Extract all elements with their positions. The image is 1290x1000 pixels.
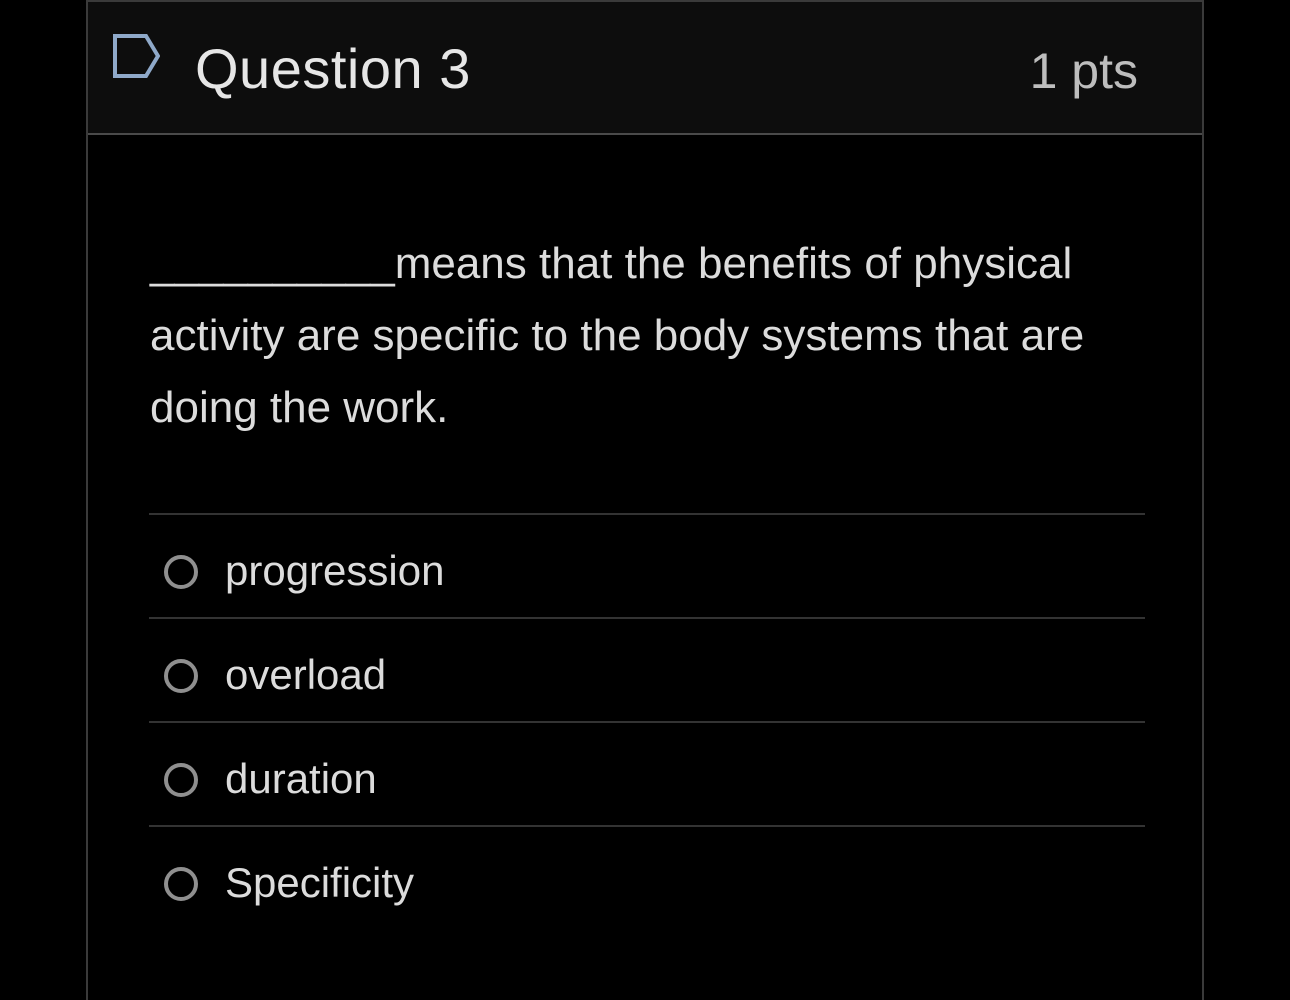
answer-option[interactable]: Specificity: [149, 825, 1145, 929]
answer-list: progression overload duration Specificit…: [149, 513, 1145, 929]
radio-button[interactable]: [164, 555, 198, 589]
radio-button[interactable]: [164, 659, 198, 693]
answer-option[interactable]: overload: [149, 617, 1145, 721]
question-card: Question 3 1 pts __________means that th…: [86, 0, 1204, 1000]
answer-option[interactable]: duration: [149, 721, 1145, 825]
answer-label: overload: [225, 651, 387, 698]
flag-icon[interactable]: [112, 32, 161, 80]
question-header: Question 3 1 pts: [88, 2, 1202, 135]
question-text: __________means that the benefits of phy…: [150, 239, 1085, 432]
question-title: Question 3: [195, 37, 471, 100]
answer-option[interactable]: progression: [149, 513, 1145, 617]
radio-button[interactable]: [164, 867, 198, 901]
radio-button[interactable]: [164, 763, 198, 797]
question-points: 1 pts: [1029, 43, 1138, 99]
answer-label: progression: [225, 547, 445, 594]
answer-label: duration: [225, 755, 377, 802]
answer-label: Specificity: [225, 859, 415, 906]
